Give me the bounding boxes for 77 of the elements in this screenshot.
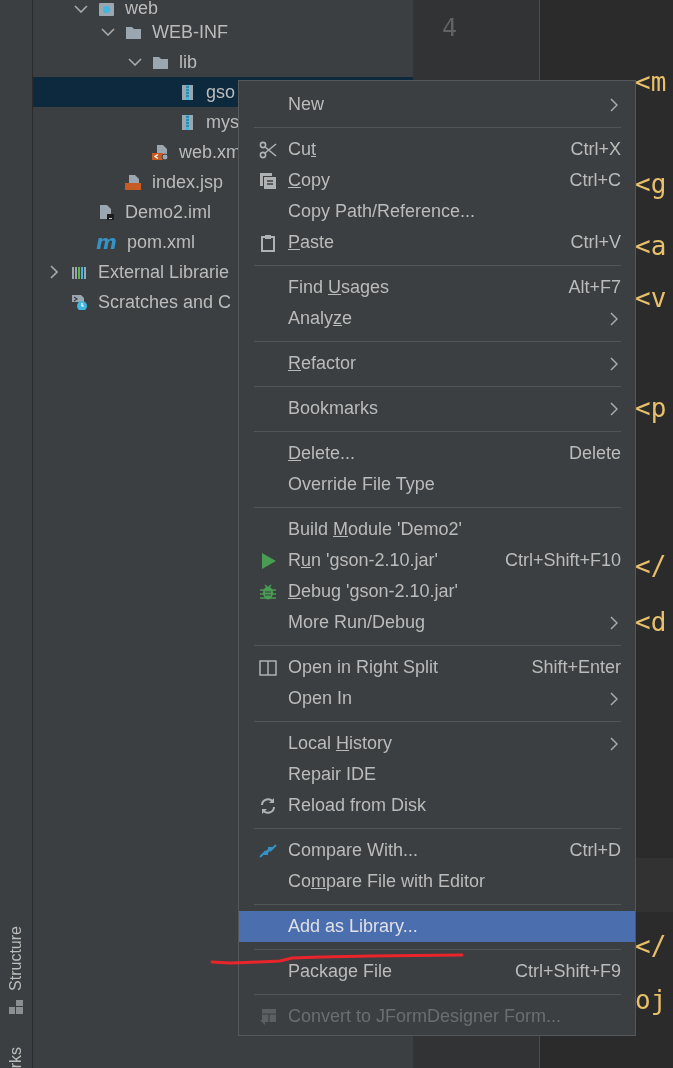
shortcut-label: Ctrl+C <box>569 170 621 191</box>
scissors-icon <box>259 140 277 159</box>
tree-item[interactable]: web <box>33 0 413 17</box>
file-name: WEB-INF <box>152 21 228 43</box>
form-icon <box>259 1007 277 1026</box>
code-text: <v <box>635 283 668 313</box>
code-text: </ <box>635 551 668 581</box>
maven-icon: m <box>96 229 119 255</box>
file-name: Scratches and C <box>98 291 232 313</box>
folder-icon <box>125 24 141 40</box>
menu-item[interactable]: Cut Ctrl+X <box>239 134 635 165</box>
file-name: index.jsp <box>152 171 224 193</box>
shortcut-label: Ctrl+Shift+F9 <box>514 961 621 982</box>
code-text: <d <box>635 607 668 637</box>
tree-item[interactable]: WEB-INF <box>33 17 413 47</box>
menu-item[interactable]: Delete... Delete <box>239 438 635 469</box>
menu-item[interactable]: Copy Path/Reference... <box>239 196 635 227</box>
menu-item[interactable]: Open in Right Split Shift+Enter <box>239 652 635 683</box>
shortcut-label: Shift+Enter <box>531 657 621 678</box>
code-text: <p <box>635 393 668 423</box>
menu-item[interactable]: Local History <box>239 728 635 759</box>
jsp-file-icon <box>125 174 141 190</box>
shortcut-label: Ctrl+X <box>570 139 621 160</box>
menu-item[interactable]: Reload from Disk <box>239 790 635 821</box>
file-name: External Librarie <box>98 261 230 283</box>
menu-item[interactable]: Copy Ctrl+C <box>239 165 635 196</box>
menu-item[interactable]: Refactor <box>239 348 635 379</box>
menu-item[interactable]: Run 'gson-2.10.jar' Ctrl+Shift+F10 <box>239 545 635 576</box>
shortcut-label: Ctrl+D <box>569 840 621 861</box>
web-folder-icon <box>98 1 114 17</box>
library-bars-icon <box>71 264 87 280</box>
compare-arrows-icon <box>259 841 277 860</box>
reload-icon <box>259 796 277 815</box>
shortcut-label: Ctrl+V <box>570 232 621 253</box>
file-name: mys <box>206 111 239 133</box>
tree-item[interactable]: lib <box>33 47 413 77</box>
file-name: pom.xml <box>127 231 195 253</box>
tool-window-tab[interactable]: Structure <box>7 925 25 991</box>
code-text: <m <box>635 67 668 97</box>
structure-icon <box>9 999 23 1014</box>
folder-icon <box>152 54 168 70</box>
split-view-icon <box>259 658 277 677</box>
shortcut-label: Alt+F7 <box>568 277 621 298</box>
file-name: web <box>125 0 159 17</box>
file-name: lib <box>179 51 197 73</box>
menu-item[interactable]: Compare With... Ctrl+D <box>239 835 635 866</box>
menu-item[interactable]: Analyze <box>239 303 635 334</box>
menu-item[interactable]: Package File Ctrl+Shift+F9 <box>239 956 635 987</box>
clipboard-icon <box>259 233 277 252</box>
menu-item[interactable]: More Run/Debug <box>239 607 635 638</box>
file-name: Demo2.iml <box>125 201 212 223</box>
shortcut-label: Delete <box>568 443 621 464</box>
menu-item[interactable]: Bookmarks <box>239 393 635 424</box>
play-icon <box>259 551 277 570</box>
menu-item[interactable]: Repair IDE <box>239 759 635 790</box>
tool-window-tab[interactable]: rks <box>7 1046 25 1068</box>
menu-item[interactable]: Override File Type <box>239 469 635 500</box>
copy-icon <box>259 171 277 190</box>
file-name: gso <box>206 81 236 103</box>
menu-item[interactable]: Debug 'gson-2.10.jar' <box>239 576 635 607</box>
code-text: <g <box>635 169 668 199</box>
menu-item[interactable]: Compare File with Editor <box>239 866 635 897</box>
code-text: oj <box>635 985 668 1015</box>
xml-file-icon <box>152 144 168 160</box>
scratch-file-icon <box>71 294 87 310</box>
archive-icon <box>179 114 195 130</box>
menu-item[interactable]: Find Usages Alt+F7 <box>239 272 635 303</box>
menu-item[interactable]: Add as Library... <box>239 911 635 942</box>
menu-item[interactable]: Build Module 'Demo2' <box>239 514 635 545</box>
module-file-icon <box>98 204 114 220</box>
menu-item[interactable]: Open In <box>239 683 635 714</box>
code-text: <a <box>635 231 668 261</box>
code-text: </ <box>635 931 668 961</box>
menu-item[interactable]: Paste Ctrl+V <box>239 227 635 258</box>
archive-icon <box>179 84 195 100</box>
bug-icon <box>259 582 277 601</box>
shortcut-label: Ctrl+Shift+F10 <box>504 550 621 571</box>
